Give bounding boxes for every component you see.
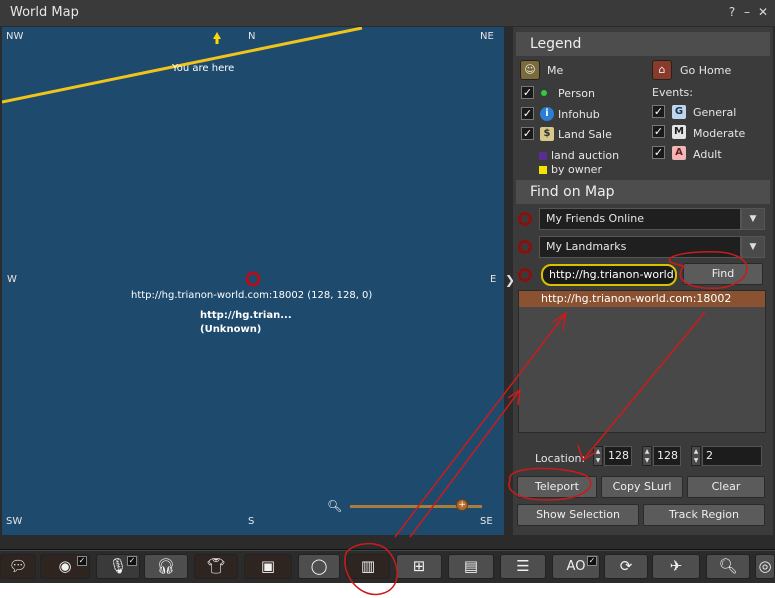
inventory-icon[interactable]: ▣: [244, 554, 292, 579]
microphone-icon[interactable]: 🎙︎ ✓: [96, 554, 140, 579]
compass-w: W: [7, 274, 17, 285]
adult-checkbox[interactable]: ✓: [652, 146, 665, 159]
compass-e: E: [490, 274, 497, 285]
location-label: Location:: [535, 452, 586, 465]
legend-adult-label: Adult: [693, 148, 722, 161]
general-checkbox[interactable]: ✓: [652, 105, 665, 118]
person-checkbox[interactable]: ✓: [521, 86, 534, 99]
landmarks-dropdown-icon[interactable]: ▼: [741, 236, 765, 258]
events-label: Events:: [652, 86, 693, 99]
zoom-icon: 🔍︎: [327, 499, 343, 513]
location-search-input[interactable]: http://hg.trianon-world.: [541, 264, 677, 286]
search-icon[interactable]: 🔍︎: [706, 554, 750, 579]
legend-by-owner-label: by owner: [551, 163, 602, 176]
find-on-map-header: Find on Map: [516, 180, 770, 204]
more-icon[interactable]: ◎: [755, 554, 775, 579]
location-z-spinner[interactable]: ▲ ▼: [691, 446, 701, 466]
location-y-spinner[interactable]: ▲ ▼: [642, 446, 652, 466]
me-icon[interactable]: ☺: [520, 60, 540, 80]
world-map-canvas[interactable]: NW N NE W E SW S SE You are here http://…: [2, 27, 504, 535]
ao-toggle-checkbox[interactable]: ✓: [587, 556, 597, 566]
minimap-icon[interactable]: ⊞: [396, 554, 442, 579]
guidebook-icon[interactable]: ▤: [448, 554, 494, 579]
legend-general-label: General: [693, 106, 737, 119]
location-x-field[interactable]: 128: [604, 446, 632, 466]
location-marker-icon[interactable]: [245, 271, 261, 287]
world-map-window: World Map ? – ✕ NW N NE W E SW S SE You …: [0, 0, 775, 550]
region-status-label: (Unknown): [200, 324, 262, 335]
speech-icon[interactable]: 💬︎: [0, 554, 36, 579]
globe-icon[interactable]: ◯: [298, 554, 340, 579]
ao-label: AO: [566, 559, 586, 574]
chat-toggle-checkbox[interactable]: ✓: [77, 556, 87, 566]
map-overlay: [2, 27, 363, 287]
bottom-toolbar: 💬︎ ◉ ✓ 🎙︎ ✓ 🎧︎ 👕︎ ▣ ◯ ▥ ⊞ ▤ ☰ AO ✓ ⟳ ✈︎ 🔍︎ …: [0, 550, 775, 583]
moderate-icon: M: [672, 125, 686, 139]
you-are-here-label: You are here: [172, 63, 235, 74]
side-panel: Legend ☺ Me ⌂ Go Home ✓ Person ✓ i Infoh…: [513, 27, 773, 535]
land-sale-icon: $: [540, 127, 554, 141]
location-z-field[interactable]: 2: [702, 446, 762, 466]
headphones-icon[interactable]: 🎧︎: [144, 554, 188, 579]
go-home-label[interactable]: Go Home: [680, 64, 731, 77]
close-icon[interactable]: ✕: [756, 5, 770, 19]
infohub-checkbox[interactable]: ✓: [521, 107, 534, 120]
land-auction-swatch: [539, 152, 547, 160]
search-result-item[interactable]: http://hg.trianon-world.com:18002: [519, 291, 765, 307]
compass-sw: SW: [6, 516, 23, 527]
friends-online-combo[interactable]: My Friends Online: [539, 208, 741, 230]
legend-land-auction-label: land auction: [551, 149, 620, 162]
general-icon: G: [672, 105, 686, 119]
infohub-icon: i: [540, 107, 554, 121]
land-sale-checkbox[interactable]: ✓: [521, 127, 534, 140]
legend-infohub-label: Infohub: [558, 108, 600, 121]
compass-ne: NE: [480, 31, 494, 42]
region-name-label: http://hg.trian...: [200, 310, 292, 321]
location-x-spinner[interactable]: ▲ ▼: [593, 446, 603, 466]
moderate-checkbox[interactable]: ✓: [652, 125, 665, 138]
help-icon[interactable]: ?: [725, 5, 739, 19]
voice-toggle-checkbox[interactable]: ✓: [127, 556, 137, 566]
track-region-button[interactable]: Track Region: [643, 504, 765, 526]
find-button[interactable]: Find: [683, 263, 763, 285]
legend-person-label: Person: [558, 87, 595, 100]
compass-se: SE: [480, 516, 493, 527]
friends-dropdown-icon[interactable]: ▼: [741, 208, 765, 230]
compass-n: N: [248, 31, 256, 42]
landmarks-combo[interactable]: My Landmarks: [539, 236, 741, 258]
search-ring-icon: [518, 268, 532, 282]
search-results-list[interactable]: http://hg.trianon-world.com:18002: [518, 290, 766, 433]
legend-header: Legend: [516, 32, 770, 56]
friends-ring-icon: [518, 212, 532, 226]
minimize-icon[interactable]: –: [740, 5, 754, 19]
by-owner-swatch: [539, 166, 547, 174]
location-y-field[interactable]: 128: [653, 446, 681, 466]
satellite-icon[interactable]: ✈︎: [652, 554, 700, 579]
chat-icon[interactable]: ◉ ✓: [40, 554, 90, 579]
shirt-icon[interactable]: 👕︎: [194, 554, 238, 579]
legend-me-label: Me: [547, 64, 564, 77]
show-selection-button[interactable]: Show Selection: [517, 504, 639, 526]
location-coordinates-label: http://hg.trianon-world.com:18002 (128, …: [131, 290, 373, 301]
compass-s: S: [248, 516, 255, 527]
notes-icon[interactable]: ☰: [500, 554, 546, 579]
person-dot-icon: [541, 90, 547, 96]
refresh-icon[interactable]: ⟳: [604, 554, 648, 579]
copy-slurl-button[interactable]: Copy SLurl: [601, 476, 683, 498]
window-title: World Map: [10, 5, 79, 20]
home-icon[interactable]: ⌂: [652, 60, 672, 80]
title-bar[interactable]: World Map ? – ✕: [0, 0, 775, 26]
map-icon[interactable]: ▥: [346, 554, 390, 579]
legend-land-sale-label: Land Sale: [558, 128, 612, 141]
landmarks-ring-icon: [518, 240, 532, 254]
north-arrow-icon: [213, 32, 221, 44]
legend-moderate-label: Moderate: [693, 127, 746, 140]
compass-nw: NW: [6, 31, 24, 42]
teleport-button[interactable]: Teleport: [517, 476, 597, 498]
clear-button[interactable]: Clear: [687, 476, 765, 498]
ao-button[interactable]: AO ✓: [552, 554, 600, 579]
adult-icon: A: [672, 146, 686, 160]
